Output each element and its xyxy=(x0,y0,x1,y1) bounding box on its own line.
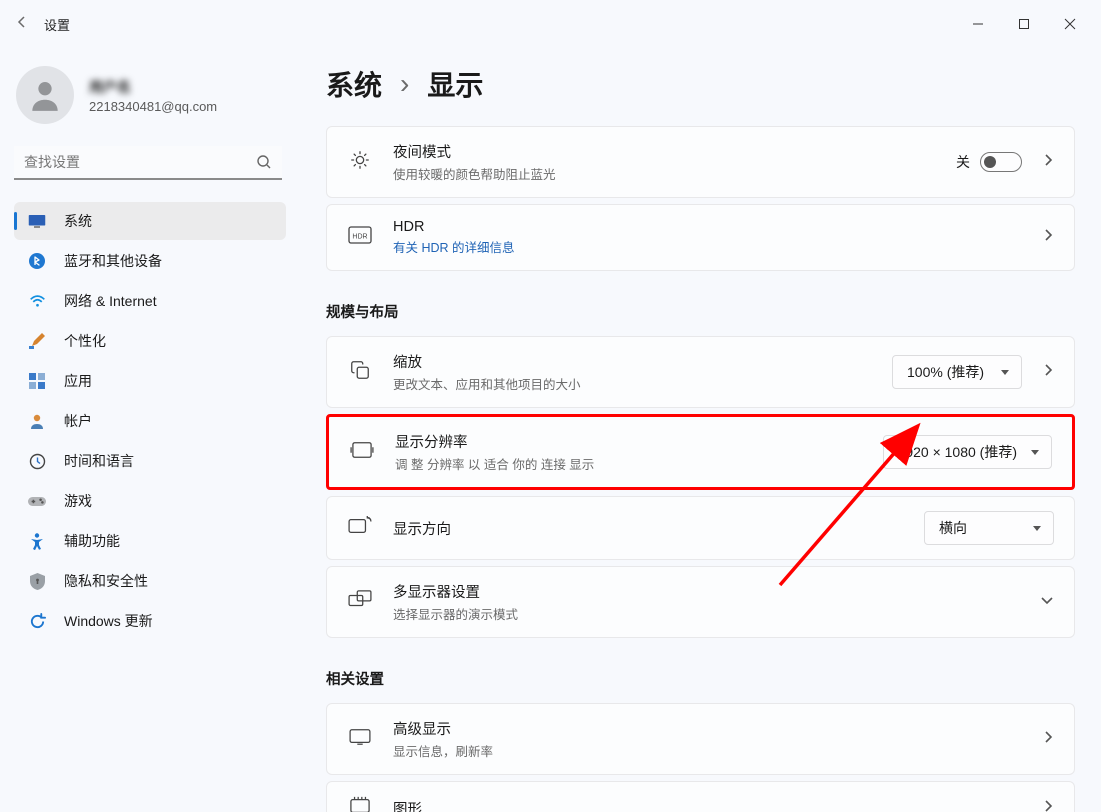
nav-item-network[interactable]: 网络 & Internet xyxy=(14,282,286,320)
night-light-toggle[interactable] xyxy=(980,152,1022,172)
row-multi-display[interactable]: 多显示器设置 选择显示器的演示模式 xyxy=(326,566,1075,638)
profile-block[interactable]: 用户名 2218340481@qq.com xyxy=(14,54,286,140)
user-icon xyxy=(28,413,46,429)
sidebar: 用户名 2218340481@qq.com 系统 蓝牙和其他设备 网络 & In… xyxy=(0,48,300,812)
row-sub: 调 整 分辨率 以 适合 你的 连接 显示 xyxy=(395,454,863,473)
brush-icon xyxy=(28,333,46,349)
apps-icon xyxy=(28,373,46,389)
search-input[interactable] xyxy=(14,146,282,180)
gamepad-icon xyxy=(28,495,46,508)
search-icon xyxy=(256,154,272,175)
minimize-button[interactable] xyxy=(955,8,1001,40)
nav-label: 应用 xyxy=(64,371,92,391)
row-resolution[interactable]: 显示分辨率 调 整 分辨率 以 适合 你的 连接 显示 1920 × 1080 … xyxy=(326,414,1075,490)
nav-item-time[interactable]: 时间和语言 xyxy=(14,442,286,480)
section-scale-layout: 规模与布局 xyxy=(326,277,1075,336)
chevron-down-icon xyxy=(1040,593,1054,611)
row-title: 多显示器设置 xyxy=(393,581,1020,602)
maximize-button[interactable] xyxy=(1001,8,1047,40)
wifi-icon xyxy=(28,294,46,308)
section-related: 相关设置 xyxy=(326,644,1075,703)
row-title: 缩放 xyxy=(393,351,872,372)
breadcrumb-sep-icon: › xyxy=(400,68,409,100)
profile-name: 用户名 xyxy=(89,77,217,97)
row-title: 高级显示 xyxy=(393,718,1022,739)
row-scale[interactable]: 缩放 更改文本、应用和其他项目的大小 100% (推荐) xyxy=(326,336,1075,408)
resolution-icon xyxy=(349,440,375,465)
row-sub: 显示信息，刷新率 xyxy=(393,741,1022,760)
row-sub: 选择显示器的演示模式 xyxy=(393,604,1020,623)
shield-icon xyxy=(28,573,46,590)
search-box[interactable] xyxy=(14,146,282,180)
accessibility-icon xyxy=(28,533,46,550)
chevron-right-icon xyxy=(1042,153,1054,172)
graphics-icon xyxy=(347,796,373,812)
resolution-dropdown[interactable]: 1920 × 1080 (推荐) xyxy=(883,435,1052,469)
nav-item-update[interactable]: Windows 更新 xyxy=(14,602,286,640)
chevron-right-icon xyxy=(1042,799,1054,812)
nav-label: 辅助功能 xyxy=(64,531,120,551)
row-title: 夜间模式 xyxy=(393,141,936,162)
hdr-link[interactable]: 有关 HDR 的详细信息 xyxy=(393,237,1022,256)
row-advanced-display[interactable]: 高级显示 显示信息，刷新率 xyxy=(326,703,1075,775)
row-title: 显示方向 xyxy=(393,518,904,539)
nav-label: 隐私和安全性 xyxy=(64,571,148,591)
nav-item-accessibility[interactable]: 辅助功能 xyxy=(14,522,286,560)
display-icon xyxy=(347,728,373,751)
nav-label: 网络 & Internet xyxy=(64,291,157,311)
scale-icon xyxy=(347,359,373,386)
nav-label: 时间和语言 xyxy=(64,451,134,471)
nav-item-personalize[interactable]: 个性化 xyxy=(14,322,286,360)
breadcrumb-root[interactable]: 系统 xyxy=(326,64,382,104)
breadcrumb: 系统 › 显示 xyxy=(326,54,1075,126)
nav-list: 系统 蓝牙和其他设备 网络 & Internet 个性化 应用 帐户 xyxy=(14,202,286,640)
hdr-icon: HDR xyxy=(347,226,373,249)
profile-email: 2218340481@qq.com xyxy=(89,99,217,114)
multi-display-icon xyxy=(347,590,373,615)
scale-dropdown[interactable]: 100% (推荐) xyxy=(892,355,1022,389)
nav-item-accounts[interactable]: 帐户 xyxy=(14,402,286,440)
chevron-right-icon xyxy=(1042,228,1054,247)
svg-text:HDR: HDR xyxy=(352,234,367,241)
nav-item-privacy[interactable]: 隐私和安全性 xyxy=(14,562,286,600)
row-sub: 更改文本、应用和其他项目的大小 xyxy=(393,374,872,393)
nav-label: 个性化 xyxy=(64,331,106,351)
monitor-icon xyxy=(28,214,46,228)
nav-item-system[interactable]: 系统 xyxy=(14,202,286,240)
row-graphics[interactable]: 图形 xyxy=(326,781,1075,812)
toggle-label: 关 xyxy=(956,152,970,172)
orientation-dropdown[interactable]: 横向 xyxy=(924,511,1054,545)
back-button[interactable] xyxy=(14,14,30,35)
nav-label: 蓝牙和其他设备 xyxy=(64,251,162,271)
bluetooth-icon xyxy=(28,253,46,269)
nav-label: 帐户 xyxy=(64,411,92,431)
sun-icon xyxy=(347,149,373,176)
row-title: 图形 xyxy=(393,798,1022,812)
nav-item-bluetooth[interactable]: 蓝牙和其他设备 xyxy=(14,242,286,280)
chevron-right-icon xyxy=(1042,363,1054,382)
row-hdr[interactable]: HDR HDR 有关 HDR 的详细信息 xyxy=(326,204,1075,271)
breadcrumb-current: 显示 xyxy=(427,64,483,104)
nav-label: 游戏 xyxy=(64,491,92,511)
avatar xyxy=(16,66,74,124)
nav-label: Windows 更新 xyxy=(64,611,153,631)
row-sub: 使用较暖的颜色帮助阻止蓝光 xyxy=(393,164,936,183)
orientation-icon xyxy=(347,516,373,541)
row-title: HDR xyxy=(393,219,1022,235)
nav-item-apps[interactable]: 应用 xyxy=(14,362,286,400)
title-bar: 设置 xyxy=(0,0,1101,48)
main-content: 系统 › 显示 夜间模式 使用较暖的颜色帮助阻止蓝光 关 xyxy=(300,48,1101,812)
nav-label: 系统 xyxy=(64,211,92,231)
update-icon xyxy=(28,613,46,630)
window-controls xyxy=(955,8,1093,40)
window-title: 设置 xyxy=(44,15,70,34)
row-night-light[interactable]: 夜间模式 使用较暖的颜色帮助阻止蓝光 关 xyxy=(326,126,1075,198)
nav-item-gaming[interactable]: 游戏 xyxy=(14,482,286,520)
row-title: 显示分辨率 xyxy=(395,431,863,452)
clock-icon xyxy=(28,453,46,470)
row-orientation[interactable]: 显示方向 横向 xyxy=(326,496,1075,560)
chevron-right-icon xyxy=(1042,730,1054,749)
close-button[interactable] xyxy=(1047,8,1093,40)
